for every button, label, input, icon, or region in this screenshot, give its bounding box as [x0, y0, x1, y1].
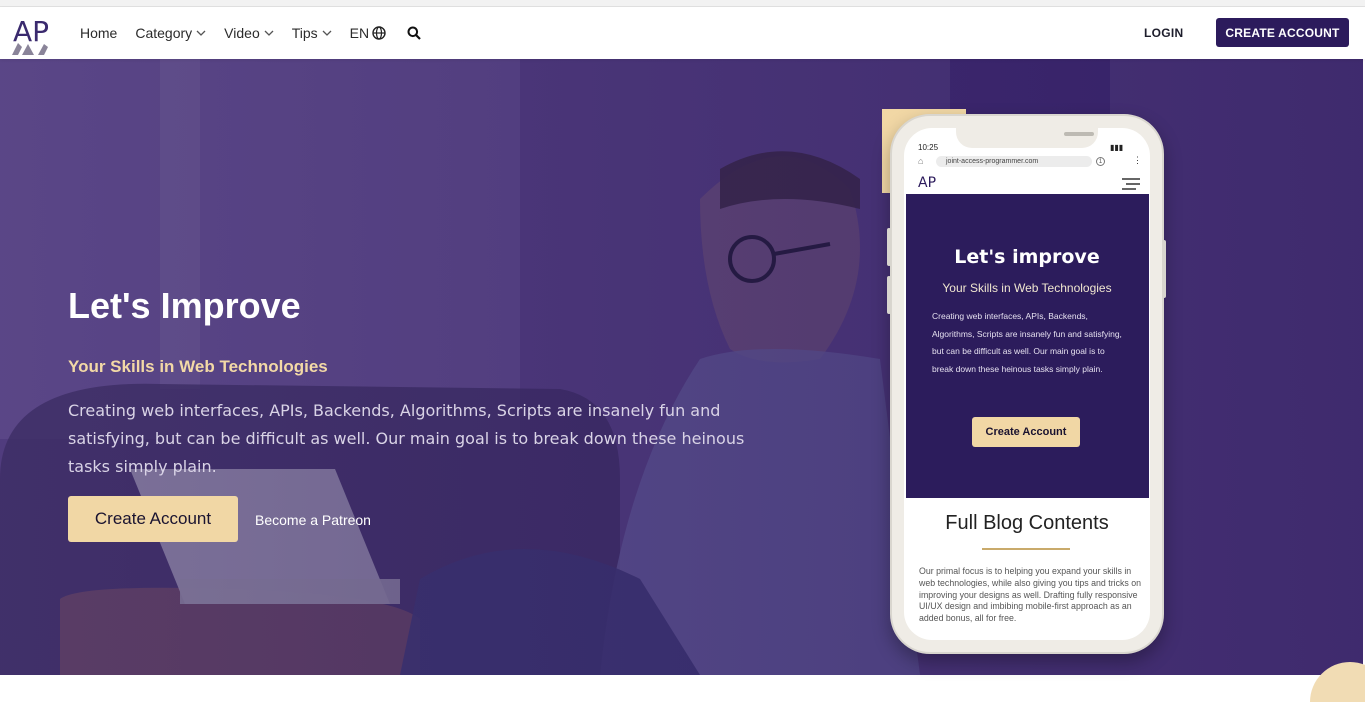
language-label: EN [349, 25, 370, 41]
phone-side-button [887, 276, 891, 314]
create-account-button[interactable]: CREATE ACCOUNT [1216, 18, 1349, 47]
tabs-count: 1 [1096, 157, 1105, 166]
nav-category-label: Category [135, 25, 193, 41]
phone-power-button [1162, 240, 1166, 298]
phone-hero-title: Let's improve [954, 246, 1100, 268]
hamburger-menu-icon [1122, 178, 1140, 190]
chevron-down-icon [322, 30, 332, 36]
phone-status-time: 10:25 [918, 143, 939, 152]
phone-create-account-button: Create Account [972, 417, 1080, 447]
phone-hero-subtitle: Your Skills in Web Technologies [942, 281, 1112, 295]
nav-video-label: Video [224, 25, 260, 41]
login-link[interactable]: LOGIN [1144, 26, 1184, 40]
svg-text:AP: AP [13, 15, 49, 48]
home-icon: ⌂ [918, 156, 924, 166]
top-navbar: AP Home Category Video Tips EN LOGIN CRE… [0, 7, 1365, 59]
phone-title-underline [982, 548, 1070, 550]
language-selector[interactable]: EN [350, 25, 386, 41]
phone-notch [956, 128, 1098, 148]
nav-tips[interactable]: Tips [292, 25, 332, 41]
nav-tips-label: Tips [291, 25, 318, 41]
chevron-down-icon [196, 30, 206, 36]
battery-icon: ▮▮▮ [1110, 143, 1124, 152]
phone-blog-title: Full Blog Contents [945, 512, 1109, 534]
globe-icon [372, 26, 386, 40]
phone-url-bar: joint-access-programmer.com [936, 156, 1092, 167]
phone-screen: 10:25 ▮▮▮ ⌂ joint-access-programmer.com … [904, 128, 1150, 640]
nav-links: Home Category Video Tips EN [80, 7, 439, 59]
nav-home-label: Home [80, 25, 118, 41]
nav-home[interactable]: Home [80, 25, 117, 41]
browser-top-strip [0, 0, 1365, 7]
nav-category[interactable]: Category [135, 25, 206, 41]
phone-hero-description: Creating web interfaces, APIs, Backends,… [932, 311, 1122, 374]
phone-side-button [887, 228, 891, 266]
phone-blog-description: Our primal focus is to helping you expan… [919, 566, 1142, 624]
kebab-menu-icon: ⋮ [1133, 155, 1142, 165]
phone-speaker [1064, 132, 1094, 136]
site-logo[interactable]: AP [10, 11, 58, 55]
hero-subtitle: Your Skills in Web Technologies [68, 357, 328, 376]
hero-title: Let's Improve [68, 285, 301, 326]
become-patreon-link[interactable]: Become a Patreon [255, 512, 371, 528]
nav-video[interactable]: Video [224, 25, 274, 41]
search-icon [407, 26, 421, 40]
phone-site-logo: AP [918, 175, 937, 191]
hero-description: Creating web interfaces, APIs, Backends,… [68, 401, 745, 476]
hero-create-account-button[interactable]: Create Account [68, 496, 238, 542]
chevron-down-icon [264, 30, 274, 36]
search-button[interactable] [404, 26, 421, 40]
